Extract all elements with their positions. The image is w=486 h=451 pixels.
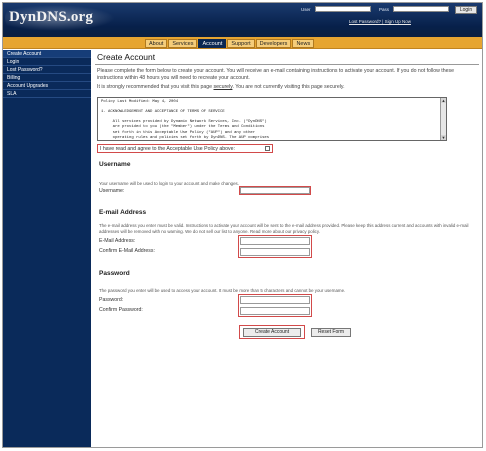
form-buttons: Create Account Reset Form (95, 324, 479, 339)
email-label: E-Mail Address: (99, 238, 136, 245)
secure-notice: It is strongly recommended that you visi… (97, 84, 475, 91)
lost-password-signup-links[interactable]: Lost Password? | Sign Up Now (349, 19, 411, 24)
policy-text: Policy Last Modified: May 4, 2004 1. ACKN… (101, 100, 270, 140)
site-header: DynDNS.org User Pass Login Lost Password… (3, 3, 482, 37)
agree-policy-row: I have read and agree to the Acceptable … (97, 143, 273, 153)
tab-account[interactable]: Account (198, 39, 227, 48)
scroll-down-arrow-icon[interactable]: ▼ (441, 134, 446, 140)
policy-line: operating rules and policies set forth b… (101, 135, 270, 140)
policy-textarea[interactable]: Policy Last Modified: May 4, 2004 1. ACKN… (97, 96, 447, 141)
tab-services[interactable]: Services (168, 39, 198, 48)
policy-scrollbar[interactable]: ▲ ▼ (440, 97, 446, 140)
email-rows: E-Mail Address: Confirm E-Mail Address: (95, 235, 479, 259)
username-label: Username: (99, 188, 125, 195)
tab-developers[interactable]: Developers (255, 39, 292, 48)
site-logo[interactable]: DynDNS.org (9, 9, 93, 26)
sidebar: Create Account Login Lost Password? Billing… (3, 50, 91, 447)
browser-page: DynDNS.org User Pass Login Lost Password… (2, 2, 483, 448)
agree-policy-label: I have read and agree to the Acceptable … (100, 145, 235, 152)
login-panel: User Pass Login Lost Password? | Sign Up… (299, 5, 477, 27)
page-title: Create Account (95, 51, 479, 65)
sidebar-item-lost-password[interactable]: Lost Password? (3, 66, 91, 74)
secure-notice-before: It is strongly recommended that you visi… (97, 84, 214, 90)
intro-text: Please complete the form below to create… (97, 68, 454, 81)
username-heading: Username (99, 160, 131, 168)
email-description: The e-mail address you enter must be val… (99, 223, 469, 234)
confirm-email-label: Confirm E-Mail Address: (99, 248, 155, 255)
confirm-password-label: Confirm Password: (99, 306, 143, 313)
tab-about[interactable]: About (145, 39, 168, 48)
create-account-button[interactable]: Create Account (243, 327, 301, 337)
reset-form-button[interactable]: Reset Form (311, 327, 351, 337)
tab-support[interactable]: Support (227, 39, 255, 48)
password-label: Password: (99, 296, 124, 303)
secure-link[interactable]: securely (214, 84, 233, 90)
pass-label: Pass (379, 7, 390, 12)
sidebar-item-account-upgrades[interactable]: Account Upgrades (3, 82, 91, 90)
email-heading: E-mail Address (99, 209, 147, 217)
sidebar-item-login[interactable]: Login (3, 58, 91, 66)
pass-input[interactable] (393, 6, 449, 12)
agree-policy-checkbox[interactable] (265, 146, 270, 151)
user-input[interactable] (315, 6, 371, 12)
email-highlight (238, 235, 312, 259)
password-rows: Password: Confirm Password: (95, 293, 479, 319)
nav-bar: About Services Account Support Developers New… (3, 37, 482, 49)
main-content: Create Account Please complete the form … (95, 51, 479, 339)
username-highlight (239, 186, 311, 196)
sidebar-item-create-account[interactable]: Create Account (3, 50, 91, 58)
tab-news[interactable]: News (292, 39, 315, 48)
user-label: User (301, 7, 311, 12)
password-highlight (238, 293, 312, 317)
scroll-up-arrow-icon[interactable]: ▲ (441, 97, 446, 103)
secure-notice-after: . You are not currently visiting this pa… (232, 84, 345, 90)
password-heading: Password (99, 270, 130, 278)
policy-line: are provided to you (the "Member") under… (101, 125, 265, 130)
sidebar-item-billing[interactable]: Billing (3, 74, 91, 82)
login-button[interactable]: Login (455, 6, 477, 14)
username-row: Username: (95, 186, 479, 196)
nav-tabs: About Services Account Support Developers New… (145, 39, 315, 48)
sidebar-item-sla[interactable]: SLA (3, 90, 91, 98)
